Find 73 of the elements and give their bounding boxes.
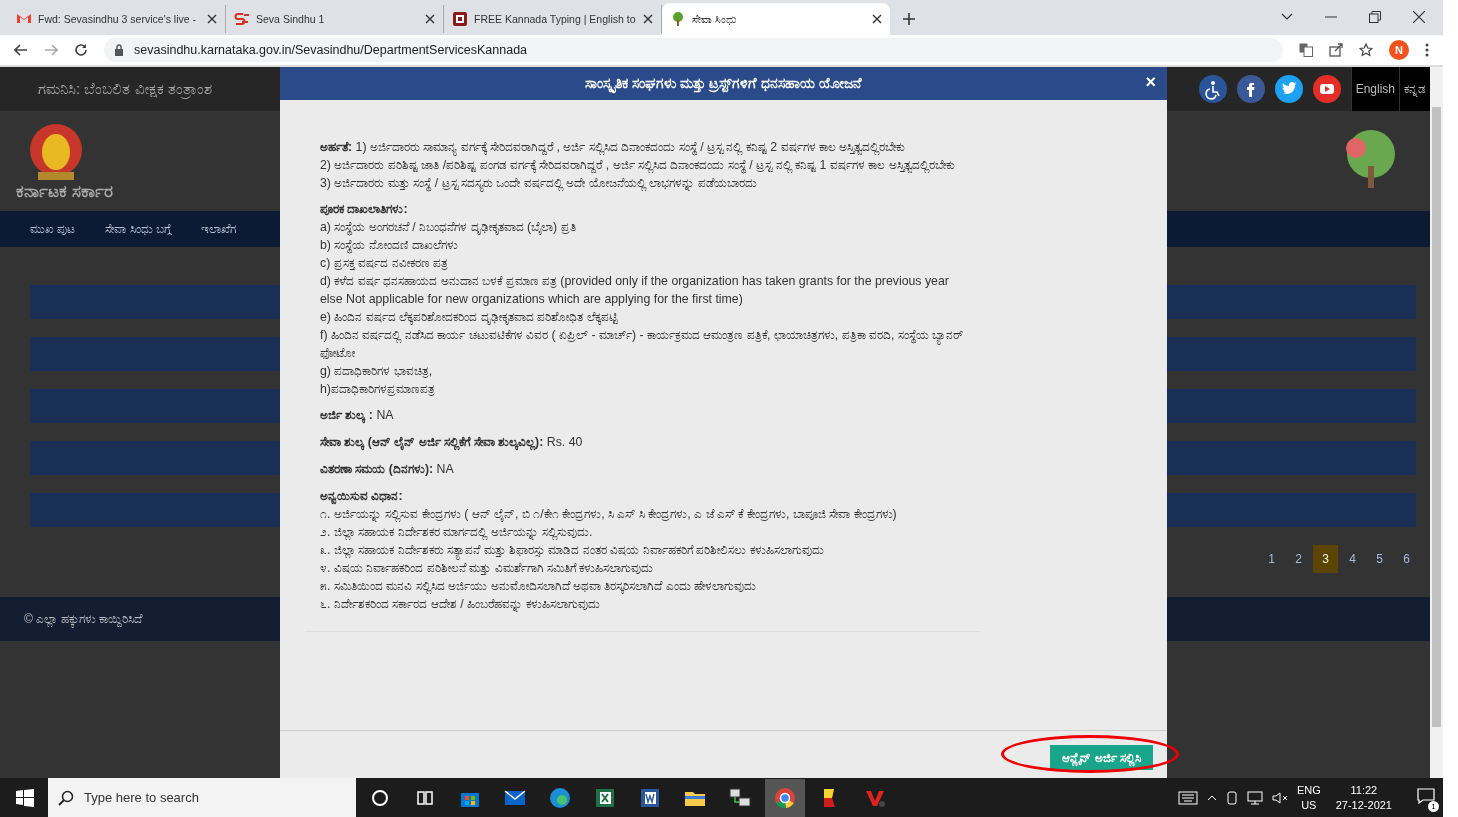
info-text: ಸೇವಾ ಶುಲ್ಕ (ಆನ್ ಲೈನ್ ಅರ್ಜಿ ಸಲ್ಲಿಕೆಗೆ ಸೇವಾ ಶುಲ್ಕವಿಲ್ಲ): Rs. 40 xyxy=(320,434,584,451)
windows-start-icon[interactable] xyxy=(16,788,34,807)
page-link[interactable]: 3 xyxy=(1313,545,1338,573)
kebab-menu-icon[interactable] xyxy=(1425,43,1429,57)
search-icon xyxy=(58,789,74,806)
list-item-text: e) ಹಿಂದಿನ ವರ್ಷದ ಲೆಕ್ಕಪರಿಶೋದಕರಿಂದ ದೃಢೀಕೃತವಾದ ಪರಿಶೋಧಿತ ಲೆಕ್ಕಪಟ್ಟಿ xyxy=(320,309,619,326)
accessibility-icon[interactable] xyxy=(1198,75,1227,103)
clock-time[interactable]: 11:22 xyxy=(1350,782,1378,798)
list-item-text: ೫. ಸಮಿತಿಯಿಂದ ಮನವಿ ಸಲ್ಲಿಸಿದ ಅರ್ಜಿಯು ಅನುಮೋದಿಸಲಾಗಿದೆ ಅಥವಾ ತಿರಸ್ಕರಿಸಲಾಗಿದೆ ಎಂದು ಹೇಳಲಾಗುವುದು xyxy=(320,578,758,595)
star-icon[interactable] xyxy=(1359,43,1373,57)
share-icon[interactable] xyxy=(1329,43,1343,57)
info-text: ವಿತರಣಾ ಸಮಯ (ದಿನಗಳು): NA xyxy=(320,461,455,478)
tree-icon xyxy=(670,11,686,27)
government-name: ಕರ್ನಾಟಕ ಸರ್ಕಾರ xyxy=(16,182,113,202)
info-text: ಅರ್ಜಿ ಶುಲ್ಕ : NA xyxy=(320,407,395,424)
list-item-text: ೩. ಜಿಲ್ಲಾ ಸಹಾಯಕ ನಿರ್ದೇಶಕರು ಸತ್ಯಾಪನೆ ಮತ್ತು ಶಿಫಾರಸ್ಸು ಮಾಡಿದ ನಂತರ ವಿಷಯ ನಿರ್ವಾಹಕರಿಗೆ ಪರಿಶೀಲಿಸಲು ಕಳುಹಿಸಲಾಗುವುದು xyxy=(320,541,965,559)
input-language[interactable]: ENG xyxy=(1296,782,1321,798)
copyright-text: © ಎಲ್ಲಾ ಹಕ್ಕುಗಳು ಕಾಯ್ದಿರಿಸಿದೆ xyxy=(24,612,142,626)
language-link[interactable]: ಕನ್ನಡ xyxy=(1399,67,1430,111)
list-item-text: 3) ಅರ್ಜಿದಾರರು ಮತ್ತು ಸಂಸ್ಥೆ / ಟ್ರಸ್ಟ ಸದಸ್ಯರು ಒಂದೇ ವರ್ಷದಲ್ಲಿ ಅದೇ ಯೋಜನೆಯಲ್ಲಿ ಲಾಭಗಳನ್ನು ಪಡೆಯಬಾರದು xyxy=(320,175,759,192)
nav-link[interactable]: ಮುಖ ಪುಟ xyxy=(30,222,76,236)
notification-icon[interactable] xyxy=(1417,787,1435,804)
notification-count: 1 xyxy=(1428,800,1439,812)
list-item-text: ೪. ವಿಷಯ ನಿರ್ವಾಹಕರಿಂದ ಪರಿಶೀಲನೆ ಮತ್ತು ವಿಮರ್ಶೆಗಾಗಿ ಸಮಿತಿಗೆ ಕಳುಹಿಸಲಾಗುವುದು xyxy=(320,560,655,577)
speaker-muted-icon[interactable] xyxy=(1271,790,1288,805)
taskbar-search-field[interactable]: Type here to search xyxy=(48,778,356,817)
browser-tab[interactable]: FREE Kannada Typing | English to xyxy=(444,5,662,33)
list-item-text: ಅರ್ಹತೆ: 1) ಅರ್ಜಿದಾರರು ಸಾಮಾನ್ಯ ವರ್ಗಕ್ಕೆ ಸೇರಿದವರಾಗಿದ್ದರೆ , ಅರ್ಜಿ ಸಲ್ಲಿಸಿದ ದಿನಾಂಕದಂದು ಸಂಸ್ಥೆ / ಟ್ರಸ್ಟ ನಲ್ಲಿ ಕನಿಷ್ಟ 2 ವರ್ಷಗಳ ಕಾಲ ಅಸ್ತಿತ್ವದಲ್ಲಿರಬೇಕು xyxy=(320,139,907,156)
list-item-text: g) ಪದಾಧಿಕಾರಿಗಳ ಭಾವಚಿತ್ರ, xyxy=(320,363,434,380)
browser-tab[interactable]: Seva Sindhu 1 xyxy=(226,5,444,33)
browser-tab[interactable]: Fwd: Sevasindhu 3 service's live - xyxy=(8,5,226,33)
scrollbar[interactable] xyxy=(1430,67,1443,778)
list-item-text: 2) ಅರ್ಜಿದಾರರು ಪರಿಶಿಷ್ಟ ಜಾತಿ /ಪರಿಶಿಷ್ಟ ಪಂಗಡ ವರ್ಗಕ್ಕೆ ಸೇರಿದವರಾಗಿದ್ದರೆ , ಅರ್ಜಿ ಸಲ್ಲಿಸಿದ ದಿನಾಂಕದಂದು ಸಂಸ್ಥೆ / ಟ್ರಸ್ಟ ನಲ್ಲಿ ಕನಿಷ್ಟ 1 ವರ್ಷಗಳ ಕಾಲ ಅಸ್ತಿತ್ವದಲ್ಲಿರಬೇಕು xyxy=(320,157,956,174)
device-icon[interactable] xyxy=(1225,790,1238,805)
plus-icon[interactable] xyxy=(902,12,916,26)
input-region[interactable]: US xyxy=(1301,797,1317,813)
section-heading: ಅನ್ವಯಿಸುವ ವಿಧಾನ: xyxy=(320,488,404,505)
facebook-icon[interactable] xyxy=(1236,75,1265,103)
list-item-text: d) ಕಳೆದ ವರ್ಷ ಧನಸಹಾಯದ ಅನುದಾನ ಬಳಕೆ ಪ್ರಮಾಣ ಪತ್ರ (provided only if the organization has taken grants for the previous year else Not applicable for new organizations which are applying for the first time) xyxy=(320,273,950,308)
logo-icon xyxy=(234,11,250,27)
list-item-text: c) ಪ್ರಸಕ್ತ ವರ್ಷದ ನವೀಕರಣ ಪತ್ರ xyxy=(320,255,449,272)
list-item-text: ೬. ನಿರ್ದೇಶಕರಿಂದ ಸರ್ಕಾರದ ಆದೇಶ / ಹಿಂಬರೆಹವನ್ನು ಕಳುಹಿಸಲಾಗುವುದು xyxy=(320,596,602,613)
chevron-down-icon[interactable] xyxy=(1281,13,1293,21)
youtube-icon[interactable] xyxy=(1312,75,1341,103)
section-heading: ಪೂರಕ ದಾಖಲಾತಿಗಳು: xyxy=(320,201,409,218)
notice-text: ಗಮನಿಸಿ: ಬೆಂಬಲಿತ ವೀಕ್ಷಕ ತಂತ್ರಾಂಶ xyxy=(38,80,212,98)
network-icon[interactable] xyxy=(1246,790,1263,805)
close-button[interactable]: × xyxy=(1142,72,1159,92)
back-arrow-icon[interactable] xyxy=(14,44,28,56)
restore-icon[interactable] xyxy=(1369,11,1381,23)
reload-icon[interactable] xyxy=(74,43,88,57)
lock-icon xyxy=(114,44,124,56)
nav-link[interactable]: ಸೇವಾ ಸಿಂಧು ಬಗ್ಗೆ xyxy=(105,222,172,236)
nav-link[interactable]: ಇಲಾಖೆಗ xyxy=(201,222,237,236)
chevron-up-icon[interactable] xyxy=(1206,794,1217,801)
list-item-text: ೨. ಜಿಲ್ಲಾ ಸಹಾಯಕ ನಿರ್ದೇಶಕರ ಮಾರ್ಗದಲ್ಲಿ ಅರ್ಜಿಯನ್ನು ಸಲ್ಲಿಸುವುದು. xyxy=(320,524,594,541)
translate-icon[interactable] xyxy=(1299,43,1313,57)
close-icon[interactable] xyxy=(643,14,653,24)
twitter-icon[interactable] xyxy=(1274,75,1303,103)
browser-tab[interactable]: ಸೇವಾ ಸಿಂಧು xyxy=(662,3,890,35)
list-item-text: ೧. ಅರ್ಜಿಯನ್ನು ಸಲ್ಲಿಸುವ ಕೇಂದ್ರಗಳು ( ಆನ್ ಲೈನ್, ಬಿ ೧/ಕೇ೧ ಕೇಂದ್ರಗಳು, ಸಿ ಎಸ್ ಸಿ ಕೇಂದ್ರಗಳು, ಎ ಜೆ ಎಸ್ ಕೆ ಕೇಂದ್ರಗಳು, ಬಾಪೂಜಿ ಸೇವಾ ಕೇಂದ್ರಗಳು) xyxy=(320,506,898,523)
chrome-icon[interactable] xyxy=(765,778,805,817)
clock-date[interactable]: 27-12-2021 xyxy=(1335,797,1392,813)
close-icon[interactable] xyxy=(872,14,882,24)
close-icon[interactable] xyxy=(207,14,217,24)
list-item-text: b) ಸಂಸ್ಥೆಯ ನೋಂದಣಿ ದಾಖಲೆಗಳು xyxy=(320,237,460,254)
dialog-title: ಸಾಂಸ್ಕೃತಿಕ ಸಂಘಗಳು ಮತ್ತು ಟ್ರಸ್ಟ್‌ಗಳಿಗೆ ಧನಸಹಾಯ ಯೋಜನೆ xyxy=(585,75,862,92)
close-icon[interactable] xyxy=(425,14,435,24)
list-item-text: a) ಸಂಸ್ಥೆಯ ಅಂಗರಚನೆ / ನಿಬಂಧನೆಗಳ ದೃಢೀಕೃತವಾದ (ಬೈಲಾ) ಪ್ರತಿ xyxy=(320,219,577,236)
address-field[interactable]: sevasindhu.karnataka.gov.in/Sevasindhu/DepartmentServicesKannada xyxy=(104,38,1283,62)
close-icon[interactable] xyxy=(1413,11,1425,23)
list-item-text: h)ಪದಾಧಿಕಾರಿಗಳಪ್ರಮಾಣಪತ್ರ xyxy=(320,381,436,398)
language-link[interactable]: English xyxy=(1350,67,1399,111)
